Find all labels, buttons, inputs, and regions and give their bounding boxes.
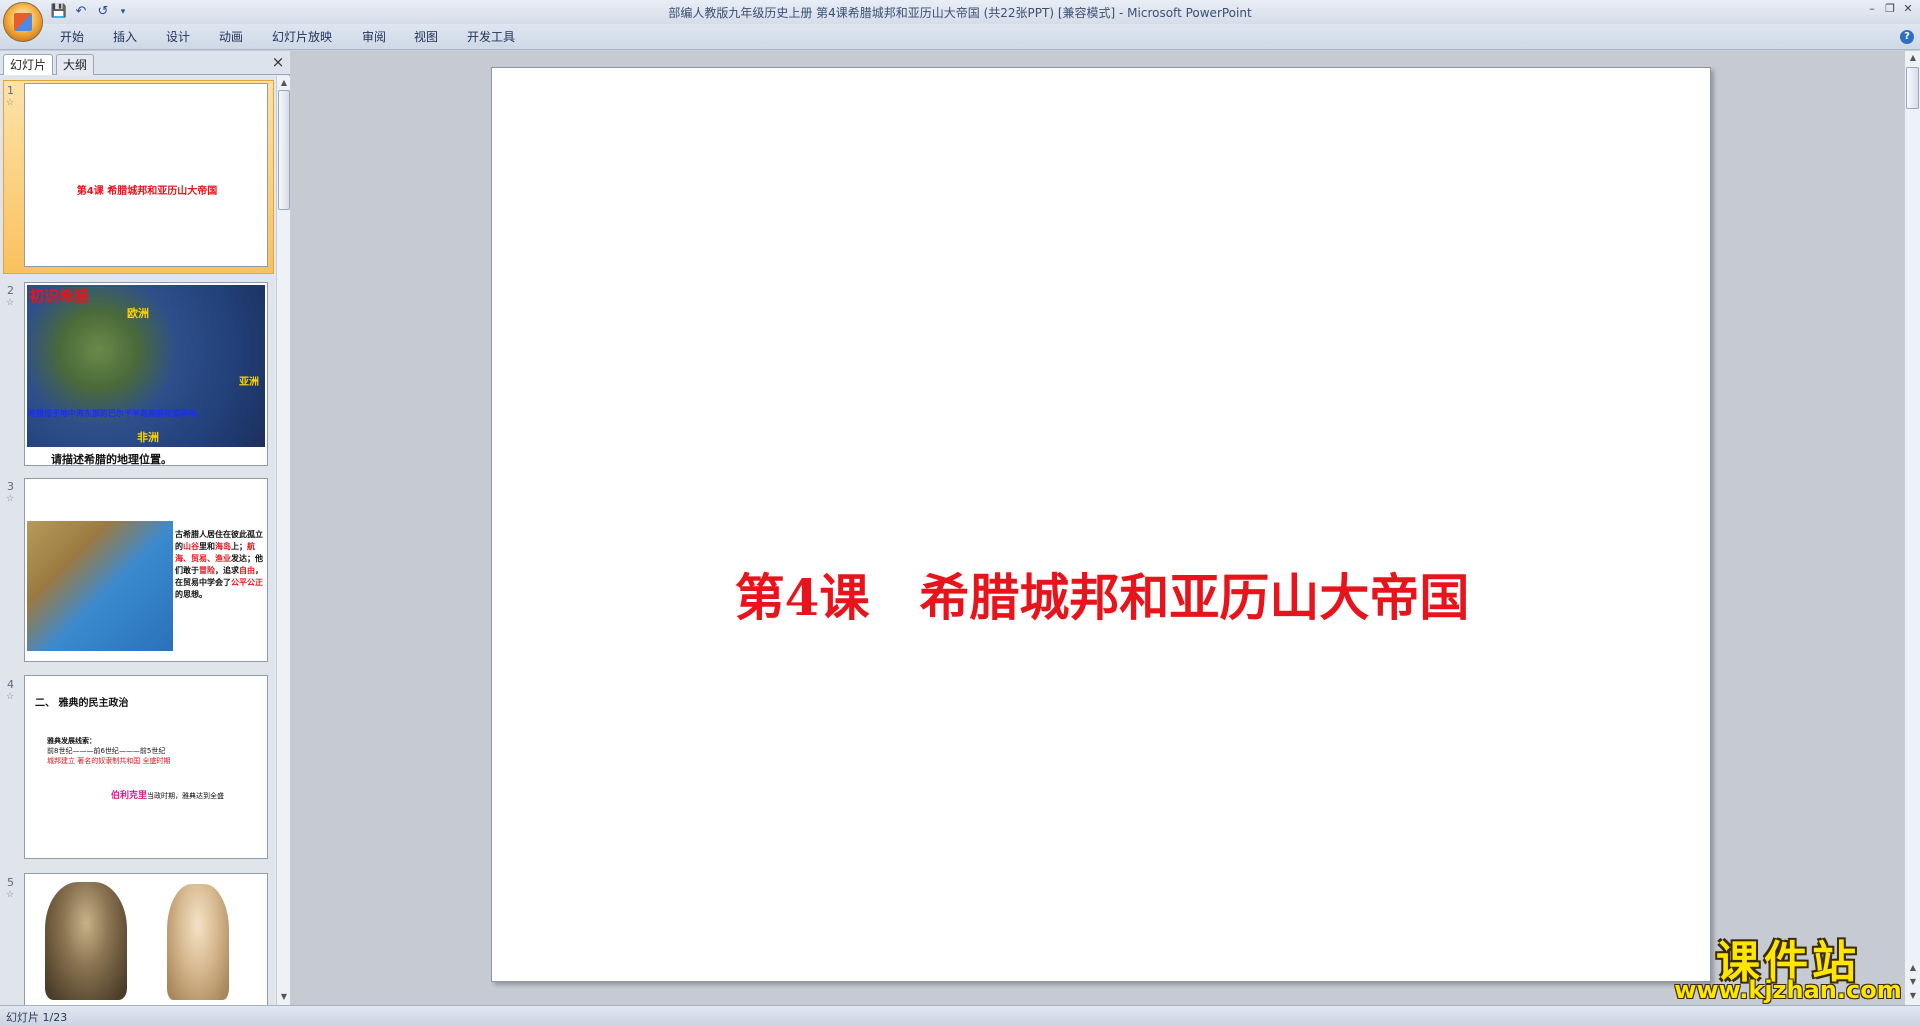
undo-icon[interactable]: ↶ xyxy=(72,3,90,21)
slide-thumbnail-4[interactable]: 二、 雅典的民主政治 雅典发展线索： 前8世纪———前6世纪———前5世纪 城邦… xyxy=(24,675,268,859)
close-icon[interactable]: ✕ xyxy=(1900,1,1916,17)
scroll-down-icon[interactable]: ▼ xyxy=(277,990,291,1004)
tab-design[interactable]: 设计 xyxy=(166,28,190,45)
slide-thumbnail-5[interactable] xyxy=(24,873,268,1005)
minimize-icon[interactable]: – xyxy=(1864,1,1880,17)
slide-thumbnail-1[interactable]: 第4课 希腊城邦和亚历山大帝国 xyxy=(24,83,268,267)
thumb-question: 请描述希腊的地理位置。 xyxy=(51,453,172,466)
restore-icon[interactable]: ❐ xyxy=(1882,1,1898,17)
thumb-number: 4 xyxy=(7,678,14,691)
scrollbar-thumb[interactable] xyxy=(278,90,290,210)
tab-view[interactable]: 视图 xyxy=(414,28,438,45)
animation-star-icon: ☆ xyxy=(6,890,15,900)
help-icon[interactable]: ? xyxy=(1900,30,1914,44)
current-slide[interactable]: 第4课 希腊城邦和亚历山大帝国 xyxy=(491,67,1711,982)
tab-review[interactable]: 审阅 xyxy=(362,28,386,45)
title-bar: 部编人教版九年级历史上册 第4课希腊城邦和亚历山大帝国 (共22张PPT) [兼… xyxy=(0,0,1920,24)
animation-star-icon: ☆ xyxy=(6,298,15,308)
thumb-heading: 初识希腊 xyxy=(29,287,90,305)
office-logo-icon xyxy=(14,13,32,31)
tab-slideshow[interactable]: 幻灯片放映 xyxy=(272,28,332,45)
animation-star-icon: ☆ xyxy=(6,494,15,504)
office-button[interactable] xyxy=(3,2,43,42)
scroll-down-icon[interactable]: ▼ xyxy=(1906,989,1920,1003)
bust-image xyxy=(45,882,127,1000)
ribbon-tabs: 开始 插入 设计 动画 幻灯片放映 审阅 视图 开发工具 ? xyxy=(0,24,1920,50)
main-scrollbar[interactable]: ▲ ▲ ▼ ▼ xyxy=(1904,51,1920,1005)
prev-slide-icon[interactable]: ▲ xyxy=(1906,961,1920,975)
map-label-africa: 非洲 xyxy=(137,431,159,444)
bust-image xyxy=(167,884,229,1000)
thumbnail-scrollbar[interactable]: ▲ ▼ xyxy=(276,76,290,1005)
animation-star-icon: ☆ xyxy=(6,98,15,108)
window-title: 部编人教版九年级历史上册 第4课希腊城邦和亚历山大帝国 (共22张PPT) [兼… xyxy=(668,6,1252,20)
save-icon[interactable]: 💾 xyxy=(50,3,68,21)
slide-title[interactable]: 第4课 希腊城邦和亚历山大帝国 xyxy=(492,558,1712,630)
redo-icon[interactable]: ↺ xyxy=(94,3,112,21)
scrollbar-thumb[interactable] xyxy=(1906,67,1919,109)
scroll-up-icon[interactable]: ▲ xyxy=(277,76,291,90)
tab-insert[interactable]: 插入 xyxy=(113,28,137,45)
thumb-number: 5 xyxy=(7,876,14,889)
greece-terrain-map-image xyxy=(27,521,173,651)
map-label-asia: 亚洲 xyxy=(239,377,259,388)
thumb-caption: 希腊位于地中海东部的巴尔干半岛南部和爱琴海。 xyxy=(28,409,204,418)
slide-thumbnail-3[interactable]: 古希腊人居住在彼此孤立的山谷里和海岛上；航海、贸易、渔业发达；他们敢于冒险，追求… xyxy=(24,478,268,662)
next-slide-icon[interactable]: ▼ xyxy=(1906,975,1920,989)
pane-close-icon[interactable]: × xyxy=(270,54,286,70)
customize-icon[interactable]: ▾ xyxy=(114,3,132,21)
status-bar: 幻灯片 1/23 xyxy=(0,1005,1920,1025)
pane-tabs: 幻灯片 大纲 xyxy=(0,51,290,75)
slide-thumbnail-2[interactable]: 初识希腊 欧洲 亚洲 非洲 希腊位于地中海东部的巴尔干半岛南部和爱琴海。 请描述… xyxy=(24,282,268,466)
scroll-up-icon[interactable]: ▲ xyxy=(1906,51,1920,65)
map-label-europe: 欧洲 xyxy=(127,307,149,320)
watermark-url: www.kjzhan.com xyxy=(1674,976,1902,1004)
thumb-title: 第4课 希腊城邦和亚历山大帝国 xyxy=(76,186,218,197)
slide-counter: 幻灯片 1/23 xyxy=(6,1011,68,1024)
thumb-line: 雅典发展线索： xyxy=(47,737,96,745)
tab-animation[interactable]: 动画 xyxy=(219,28,243,45)
thumb-number: 1 xyxy=(7,84,14,97)
thumb-number: 2 xyxy=(7,284,14,297)
thumb-line: 城邦建立 著名的奴隶制共和国 全盛时期 xyxy=(47,757,171,765)
thumb-number: 3 xyxy=(7,480,14,493)
tab-home[interactable]: 开始 xyxy=(60,28,84,45)
tab-developer[interactable]: 开发工具 xyxy=(467,28,515,45)
thumb-line: 前8世纪———前6世纪———前5世纪 xyxy=(47,747,166,755)
thumb-heading: 二、 雅典的民主政治 xyxy=(35,698,129,709)
tab-outline[interactable]: 大纲 xyxy=(56,54,95,75)
thumb-line: 伯利克里当政时期，雅典达到全盛 xyxy=(111,791,225,801)
watermark: 课件站 www.kjzhan.com xyxy=(1670,926,1906,1004)
animation-star-icon: ☆ xyxy=(6,692,15,702)
tab-slides[interactable]: 幻灯片 xyxy=(3,54,54,75)
thumb-body-text: 古希腊人居住在彼此孤立的山谷里和海岛上；航海、贸易、渔业发达；他们敢于冒险，追求… xyxy=(175,530,263,599)
